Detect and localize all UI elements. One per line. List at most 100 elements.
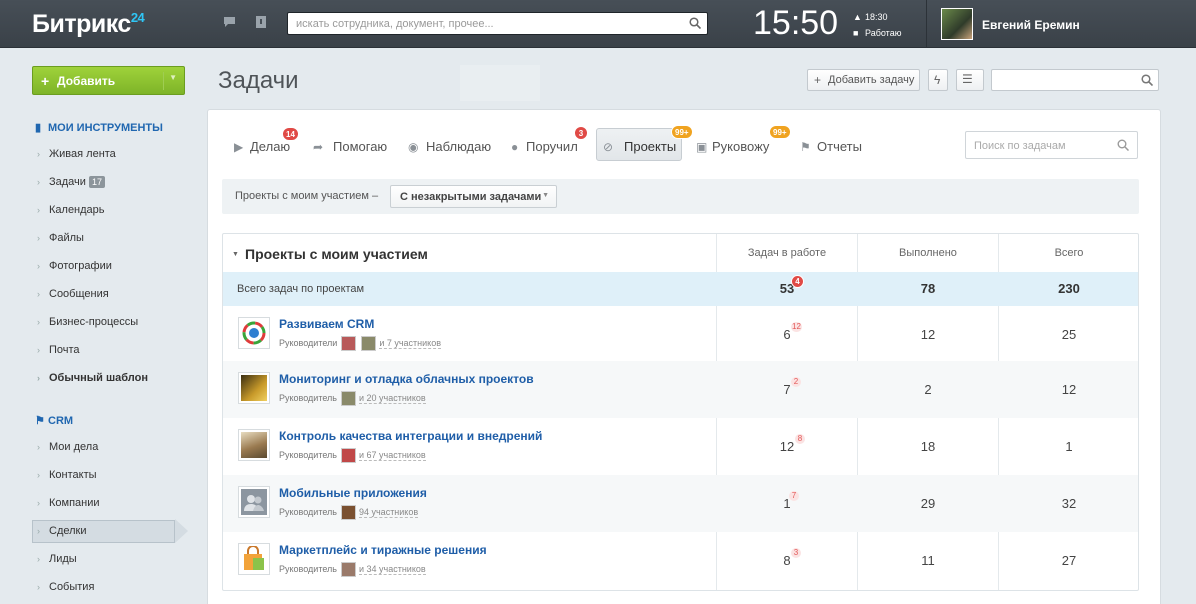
total-in-work[interactable]: 53 — [717, 281, 857, 296]
add-button[interactable]: + Добавить ▼ — [32, 66, 185, 95]
in-work-count[interactable]: 1 — [717, 496, 857, 511]
project-icon[interactable] — [238, 543, 270, 575]
sidebar-item-companies[interactable]: › Компании — [37, 497, 100, 509]
sidebar-item-messages[interactable]: › Сообщения — [37, 288, 109, 300]
tab-counter-badge: 14 — [282, 127, 299, 141]
sidebar-item-template[interactable]: › Обычный шаблон — [37, 372, 148, 384]
total-count[interactable]: 32 — [999, 496, 1139, 511]
avatar[interactable] — [340, 505, 356, 520]
done-count[interactable]: 2 — [858, 382, 998, 397]
project-icon[interactable] — [238, 429, 270, 461]
filter-bar: Проекты с моим участием – С незакрытыми … — [222, 179, 1139, 214]
sidebar-section-crm[interactable]: ⚑ CRM — [35, 414, 73, 427]
project-icon[interactable] — [238, 372, 270, 404]
done-count[interactable]: 12 — [858, 327, 998, 342]
toolbar-search-input[interactable] — [991, 69, 1159, 91]
header-divider — [926, 0, 927, 48]
table-row: Контроль качества интеграции и внедрений… — [223, 418, 1138, 475]
sidebar-item-my-activities[interactable]: › Мои дела — [37, 441, 98, 453]
task-search-input[interactable]: Поиск по задачам — [965, 131, 1138, 159]
total-count[interactable]: 27 — [999, 553, 1139, 568]
column-header-total[interactable]: Всего — [999, 247, 1139, 259]
view-menu-button[interactable]: ☰ — [956, 69, 984, 91]
flag-icon: ⚑ — [35, 415, 45, 427]
flag-icon: ⚑ — [800, 140, 811, 154]
total-count[interactable]: 25 — [999, 327, 1139, 342]
chevron-down-icon: ▼ — [169, 73, 177, 82]
sidebar-item-mail[interactable]: › Почта — [37, 344, 80, 356]
project-name-link[interactable]: Мониторинг и отладка облачных проектов — [279, 372, 534, 386]
project-name-link[interactable]: Мобильные приложения — [279, 486, 427, 500]
sidebar-item-photos[interactable]: › Фотографии — [37, 260, 112, 272]
table-title[interactable]: Проекты с моим участием — [245, 246, 428, 262]
project-meta: Руководитель и 67 участников — [279, 448, 426, 463]
plus-icon: + — [41, 73, 50, 89]
tab-counter-badge: 3 — [574, 126, 588, 140]
avatar[interactable] — [340, 391, 356, 406]
overdue-badge: 3 — [791, 548, 801, 558]
done-count[interactable]: 11 — [858, 553, 998, 568]
bookmark-icon: ▮ — [35, 122, 42, 134]
sidebar-item-files[interactable]: › Файлы — [37, 232, 84, 244]
table-row: Мониторинг и отладка облачных проектов Р… — [223, 361, 1138, 418]
avatar[interactable] — [361, 336, 377, 351]
top-header: Битрикс 24 искать сотрудника, документ, … — [0, 0, 1196, 48]
project-meta: Руководитель и 34 участников — [279, 562, 426, 577]
in-work-count[interactable]: 12 — [717, 439, 857, 454]
table-row: Развиваем CRM Руководители и 7 участников… — [223, 306, 1138, 363]
total-done[interactable]: 78 — [858, 281, 998, 296]
workday-status[interactable]: ▲ 18:30 ■ Работаю — [853, 9, 901, 41]
in-work-count[interactable]: 8 — [717, 553, 857, 568]
project-meta: Руководитель и 20 участников — [279, 391, 426, 406]
arrow-right-icon: ➦ — [313, 140, 324, 154]
collapse-icon[interactable]: ▼ — [232, 251, 239, 258]
compass-icon: ⊘ — [603, 140, 614, 154]
sidebar-section-tools[interactable]: ▮ МОИ ИНСТРУМЕНТЫ — [35, 121, 163, 134]
global-search-input[interactable]: искать сотрудника, документ, прочее... — [287, 12, 708, 35]
user-avatar[interactable] — [941, 8, 973, 40]
sidebar-item-events[interactable]: › События — [37, 581, 94, 593]
project-name-link[interactable]: Маркетплейс и тиражные решения — [279, 543, 487, 557]
sidebar-item-leads[interactable]: › Лиды — [37, 553, 77, 565]
done-count[interactable]: 18 — [858, 439, 998, 454]
sidebar-item-business-processes[interactable]: › Бизнес-процессы — [37, 316, 138, 328]
notification-icon[interactable] — [254, 16, 268, 30]
done-count[interactable]: 29 — [858, 496, 998, 511]
project-name-link[interactable]: Контроль качества интеграции и внедрений — [279, 429, 542, 443]
project-name-link[interactable]: Развиваем CRM — [279, 317, 374, 331]
search-icon[interactable] — [1141, 74, 1153, 86]
column-header-done[interactable]: Выполнено — [858, 247, 998, 259]
filter-label: Проекты с моим участием – — [235, 190, 379, 202]
search-icon[interactable] — [689, 17, 701, 29]
search-icon[interactable] — [1117, 139, 1129, 151]
sidebar-item-deals[interactable]: › Сделки — [37, 525, 87, 537]
total-count[interactable]: 1 — [999, 439, 1139, 454]
user-name[interactable]: Евгений Еремин — [982, 18, 1080, 32]
total-all[interactable]: 230 — [999, 281, 1139, 296]
clock[interactable]: 15:50 — [753, 4, 838, 43]
column-header-in-work[interactable]: Задач в работе — [717, 247, 857, 259]
sidebar-item-calendar[interactable]: › Календарь — [37, 204, 105, 216]
project-icon[interactable] — [238, 486, 270, 518]
search-placeholder: искать сотрудника, документ, прочее... — [296, 18, 494, 30]
sidebar-item-contacts[interactable]: › Контакты — [37, 469, 97, 481]
avatar[interactable] — [341, 336, 357, 351]
user-icon: ● — [511, 140, 519, 154]
sidebar-item-live-feed[interactable]: › Живая лента — [37, 148, 116, 160]
quick-task-button[interactable]: ϟ — [928, 69, 948, 91]
overdue-badge: 2 — [791, 377, 801, 387]
list-menu-icon: ☰ — [962, 72, 973, 86]
eye-icon: ◉ — [408, 140, 419, 154]
avatar[interactable] — [340, 562, 356, 577]
in-work-count[interactable]: 7 — [717, 382, 857, 397]
logo[interactable]: Битрикс 24 — [32, 10, 145, 39]
avatar[interactable] — [340, 448, 356, 463]
filter-select[interactable]: С незакрытыми задачами ▼ — [390, 185, 557, 208]
chat-icon[interactable] — [222, 16, 236, 30]
tab-counter-badge: 99+ — [769, 125, 791, 139]
sidebar-item-tasks[interactable]: › Задачи 17 — [37, 176, 105, 188]
add-task-button[interactable]: + Добавить задачу — [807, 69, 920, 91]
total-count[interactable]: 12 — [999, 382, 1139, 397]
project-icon[interactable] — [238, 317, 270, 349]
in-work-count[interactable]: 6 — [717, 327, 857, 342]
